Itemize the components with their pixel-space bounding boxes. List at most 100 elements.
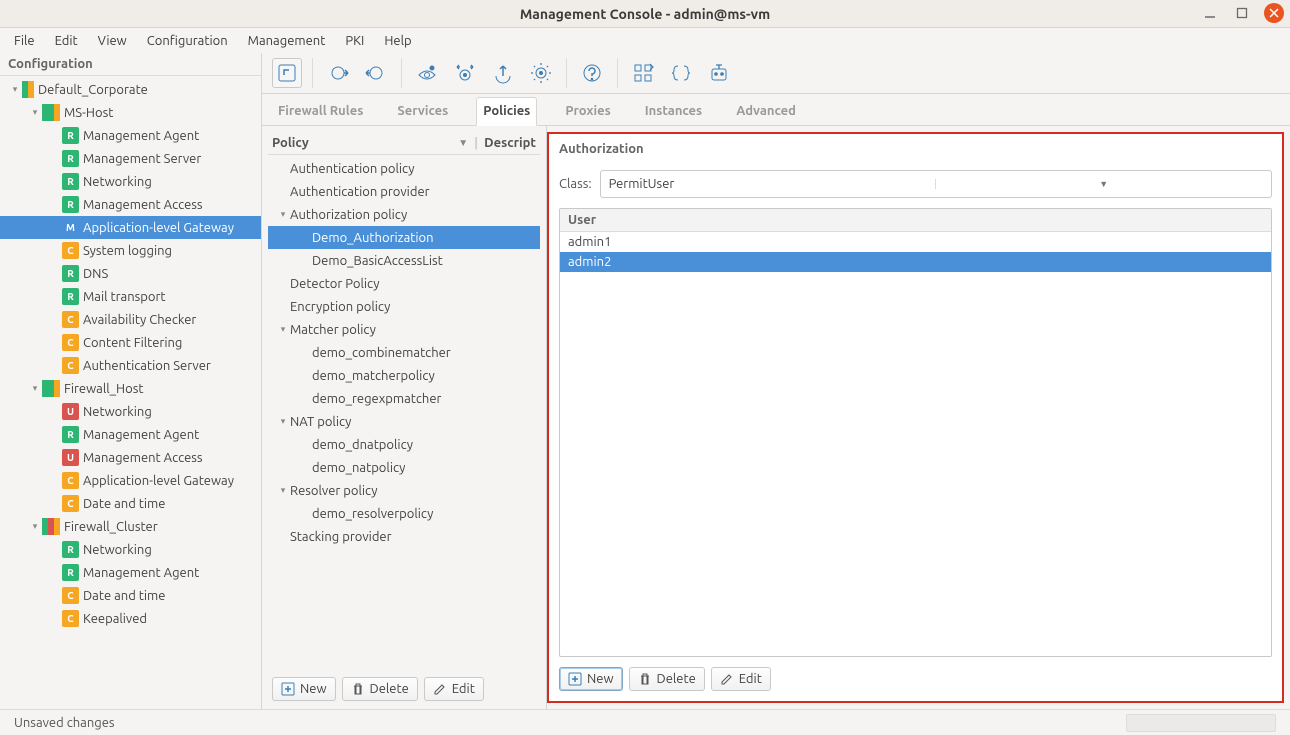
tab-firewall-rules[interactable]: Firewall Rules [272, 98, 369, 125]
tree-item[interactable]: CKeepalived [0, 607, 261, 630]
tool-gear-icon[interactable] [526, 58, 556, 88]
policy-item[interactable]: ▾Authorization policy [268, 203, 540, 226]
policy-delete-button[interactable]: Delete [342, 677, 418, 701]
menu-help[interactable]: Help [374, 31, 421, 51]
tree-item[interactable]: CDate and time [0, 492, 261, 515]
class-combo[interactable]: PermitUser ▼ [600, 170, 1272, 198]
tree-item[interactable]: ▾Default_Corporate [0, 78, 261, 101]
policy-item[interactable]: Authentication provider [268, 180, 540, 203]
status-box-icon: C [62, 357, 79, 374]
tree-item[interactable]: CContent Filtering [0, 331, 261, 354]
policy-item[interactable]: demo_combinematcher [268, 341, 540, 364]
tab-instances[interactable]: Instances [639, 98, 708, 125]
policy-item[interactable]: Demo_Authorization [268, 226, 540, 249]
tree-item[interactable]: RManagement Server [0, 147, 261, 170]
tool-script-icon[interactable] [666, 58, 696, 88]
menu-management[interactable]: Management [238, 31, 336, 51]
user-col-header[interactable]: User [560, 209, 1271, 232]
tree-item[interactable]: CApplication-level Gateway [0, 469, 261, 492]
policy-item[interactable]: ▾Resolver policy [268, 479, 540, 502]
tool-up-icon[interactable] [272, 58, 302, 88]
tab-advanced[interactable]: Advanced [730, 98, 802, 125]
tool-upload-icon[interactable] [488, 58, 518, 88]
tree-label: Date and time [83, 497, 165, 511]
tree-item[interactable]: RManagement Agent [0, 124, 261, 147]
tree-item[interactable]: RDNS [0, 262, 261, 285]
status-box-icon: R [62, 173, 79, 190]
policy-header[interactable]: Policy ▼ | Descript [268, 134, 540, 155]
tree-item[interactable]: CDate and time [0, 584, 261, 607]
menu-edit[interactable]: Edit [45, 31, 88, 51]
policy-item[interactable]: demo_dnatpolicy [268, 433, 540, 456]
tree-item[interactable]: RManagement Access [0, 193, 261, 216]
close-button[interactable] [1264, 3, 1284, 23]
tree-label: Application-level Gateway [83, 221, 234, 235]
user-row[interactable]: admin1 [560, 232, 1271, 252]
policy-item[interactable]: ▾Matcher policy [268, 318, 540, 341]
expander-icon[interactable]: ▾ [276, 324, 290, 335]
tree-item[interactable]: ▾MS-Host [0, 101, 261, 124]
tree-item[interactable]: CAvailability Checker [0, 308, 261, 331]
user-edit-button[interactable]: Edit [711, 667, 771, 691]
policy-item[interactable]: demo_natpolicy [268, 456, 540, 479]
status-box-icon: C [62, 334, 79, 351]
tool-gear-swap-icon[interactable] [450, 58, 480, 88]
tree-item[interactable]: MApplication-level Gateway [0, 216, 261, 239]
user-table[interactable]: User admin1admin2 [559, 208, 1272, 657]
expander-icon[interactable]: ▾ [276, 416, 290, 427]
tree-item[interactable]: ▾Firewall_Host [0, 377, 261, 400]
tool-rollback-icon[interactable] [361, 58, 391, 88]
policy-item[interactable]: Stacking provider [268, 525, 540, 548]
policy-label: demo_natpolicy [312, 461, 405, 475]
tree-item[interactable]: CSystem logging [0, 239, 261, 262]
policy-edit-button[interactable]: Edit [424, 677, 484, 701]
user-row[interactable]: admin2 [560, 252, 1271, 272]
tool-grid-icon[interactable] [628, 58, 658, 88]
tree-item[interactable]: UManagement Access [0, 446, 261, 469]
tree-item[interactable]: RMail transport [0, 285, 261, 308]
menu-view[interactable]: View [88, 31, 137, 51]
tool-robot-icon[interactable] [704, 58, 734, 88]
expander-icon[interactable]: ▾ [28, 521, 42, 532]
policy-item[interactable]: demo_regexpmatcher [268, 387, 540, 410]
minimize-button[interactable] [1200, 3, 1220, 23]
user-new-button[interactable]: New [559, 667, 623, 691]
expander-icon[interactable]: ▾ [28, 383, 42, 394]
expander-icon[interactable]: ▾ [276, 485, 290, 496]
config-tree[interactable]: ▾Default_Corporate▾MS-HostRManagement Ag… [0, 76, 261, 709]
tree-item[interactable]: CAuthentication Server [0, 354, 261, 377]
tree-label: DNS [83, 267, 108, 281]
tree-item[interactable]: ▾Firewall_Cluster [0, 515, 261, 538]
tool-help-icon[interactable] [577, 58, 607, 88]
policy-item[interactable]: Encryption policy [268, 295, 540, 318]
policy-item[interactable]: Demo_BasicAccessList [268, 249, 540, 272]
policy-item[interactable]: ▾NAT policy [268, 410, 540, 433]
menu-file[interactable]: File [4, 31, 45, 51]
tree-item[interactable]: RManagement Agent [0, 561, 261, 584]
expander-icon[interactable]: ▾ [276, 209, 290, 220]
user-delete-button[interactable]: Delete [629, 667, 705, 691]
policy-item[interactable]: Authentication policy [268, 157, 540, 180]
plus-icon [568, 672, 582, 686]
policy-label: NAT policy [290, 415, 351, 429]
trash-icon [351, 682, 365, 696]
menu-configuration[interactable]: Configuration [137, 31, 238, 51]
tab-services[interactable]: Services [391, 98, 454, 125]
expander-icon[interactable]: ▾ [8, 84, 22, 95]
tree-item[interactable]: UNetworking [0, 400, 261, 423]
menu-pki[interactable]: PKI [335, 31, 374, 51]
expander-icon[interactable]: ▾ [28, 107, 42, 118]
tab-proxies[interactable]: Proxies [559, 98, 616, 125]
tree-item[interactable]: RManagement Agent [0, 423, 261, 446]
policy-item[interactable]: demo_matcherpolicy [268, 364, 540, 387]
policy-tree[interactable]: Authentication policyAuthentication prov… [268, 155, 540, 671]
maximize-button[interactable] [1232, 3, 1252, 23]
tool-view-icon[interactable] [412, 58, 442, 88]
policy-new-button[interactable]: New [272, 677, 336, 701]
tree-item[interactable]: RNetworking [0, 538, 261, 561]
tree-item[interactable]: RNetworking [0, 170, 261, 193]
policy-item[interactable]: Detector Policy [268, 272, 540, 295]
tool-commit-icon[interactable] [323, 58, 353, 88]
policy-item[interactable]: demo_resolverpolicy [268, 502, 540, 525]
tab-policies[interactable]: Policies [476, 97, 537, 126]
